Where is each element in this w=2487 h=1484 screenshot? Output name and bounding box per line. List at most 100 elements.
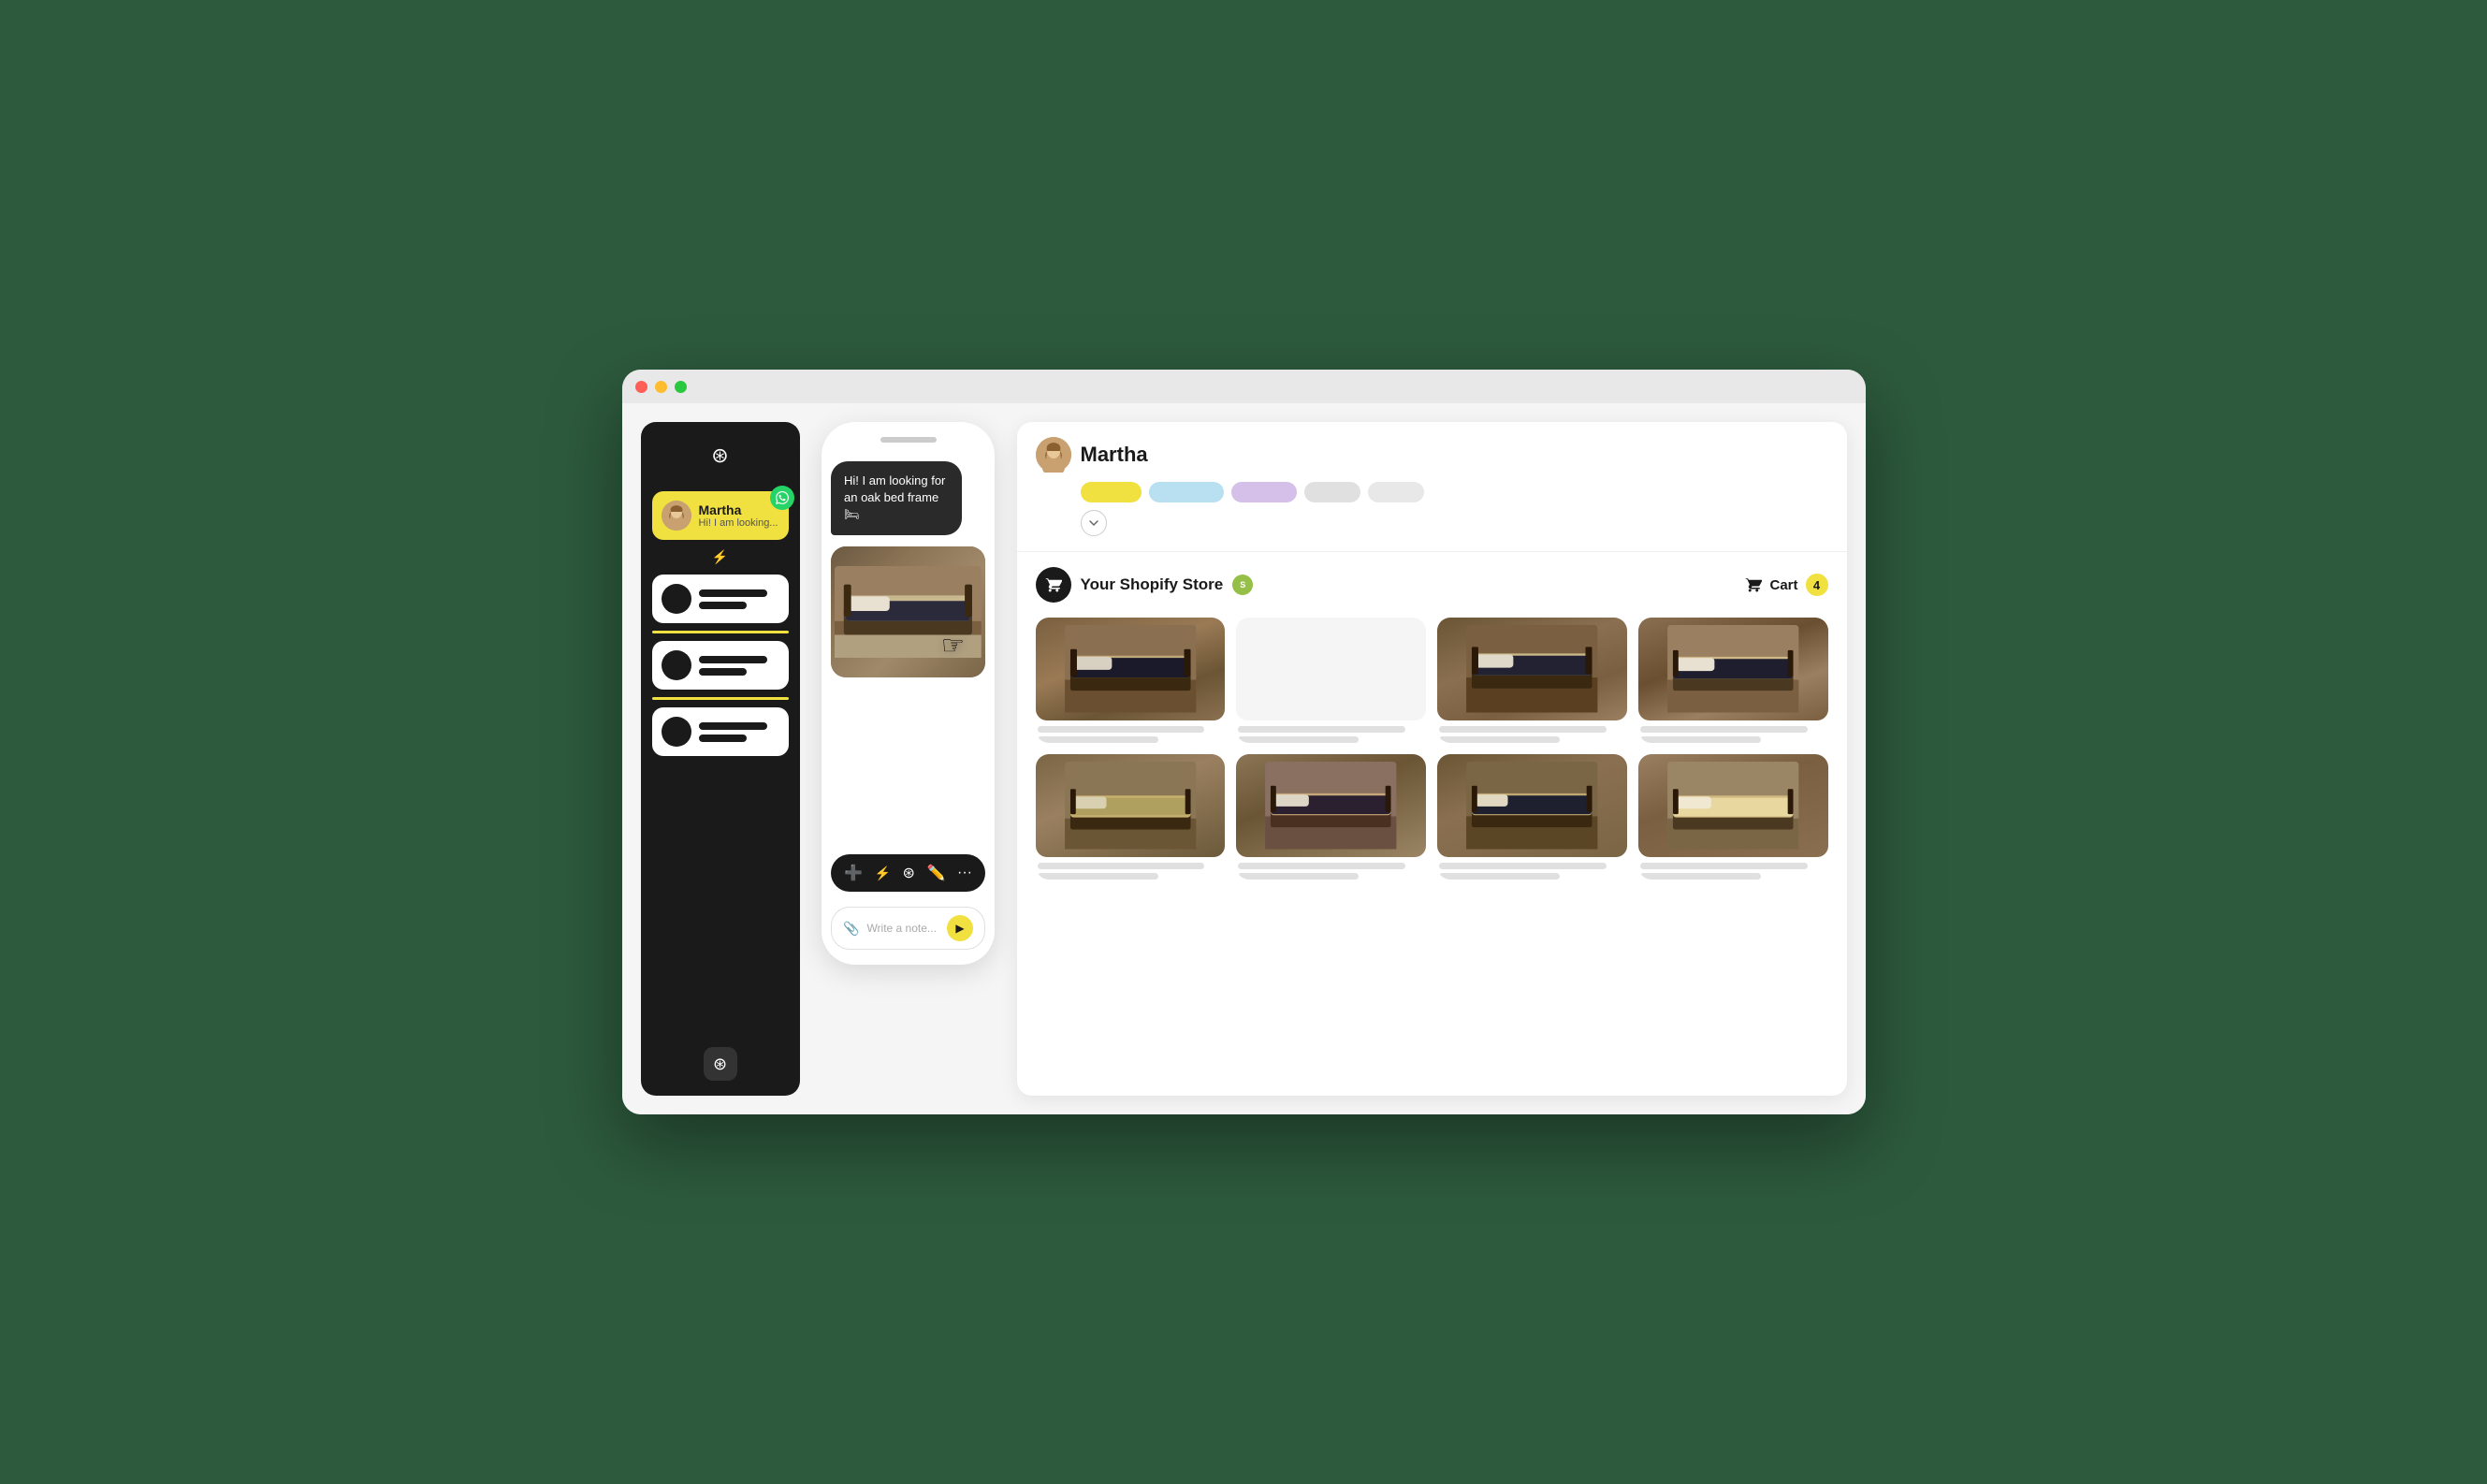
product-line-medium-6 xyxy=(1238,873,1359,880)
lightning-divider: ⚡ xyxy=(652,547,789,567)
cart-count: 4 xyxy=(1806,574,1828,596)
toolbar-fingerprint-icon[interactable]: ⊛ xyxy=(903,864,915,882)
sidebar: ⊛ xyxy=(641,422,800,1096)
product-text-6 xyxy=(1236,863,1426,880)
product-line-medium-7 xyxy=(1439,873,1560,880)
martha-preview: Hi! I am looking... xyxy=(699,517,779,529)
cart-icon xyxy=(1745,576,1762,593)
right-panel: Martha xyxy=(1017,422,1847,1096)
expand-button[interactable] xyxy=(1081,510,1107,536)
minimize-button[interactable] xyxy=(655,381,667,393)
chat-item-3[interactable] xyxy=(652,641,789,690)
product-image-5 xyxy=(1036,754,1226,857)
tag-purple[interactable] xyxy=(1231,482,1297,502)
avatar-placeholder-2 xyxy=(662,584,691,614)
message-text: Hi! I am looking for an oak bed frame 🛏 xyxy=(844,473,945,521)
toolbar-menu-icon[interactable]: ⚡ xyxy=(875,866,891,881)
product-line-wide-4 xyxy=(1640,726,1808,733)
product-text-5 xyxy=(1036,863,1226,880)
browser-window: ⊛ xyxy=(622,370,1866,1114)
product-line-medium-3 xyxy=(1439,736,1560,743)
chat-item-2[interactable] xyxy=(652,575,789,623)
product-text-1 xyxy=(1036,726,1226,743)
send-button[interactable]: ▶ xyxy=(947,915,973,941)
product-card-2[interactable] xyxy=(1236,618,1426,743)
message-bubble: Hi! I am looking for an oak bed frame 🛏 xyxy=(831,461,962,535)
maximize-button[interactable] xyxy=(675,381,687,393)
shopify-badge: S xyxy=(1232,575,1253,595)
product-text-3 xyxy=(1437,726,1627,743)
product-line-wide xyxy=(1038,726,1205,733)
shopify-store-icon xyxy=(1036,567,1071,603)
phone-notch xyxy=(880,437,937,443)
bed-image-5 xyxy=(1036,754,1226,857)
input-placeholder[interactable]: Write a note... xyxy=(866,922,939,935)
placeholder-line-short-3 xyxy=(699,735,748,742)
placeholder-lines-2 xyxy=(699,589,779,609)
tags-row xyxy=(1036,482,1828,510)
chat-list: Martha Hi! I am looking... ⚡ xyxy=(652,491,789,1038)
product-line-wide-2 xyxy=(1238,726,1405,733)
sidebar-logo: ⊛ xyxy=(702,437,739,474)
shopify-store-name: Your Shopify Store xyxy=(1081,575,1224,594)
product-line-wide-6 xyxy=(1238,863,1405,869)
browser-titlebar xyxy=(622,370,1866,403)
shopify-header: Your Shopify Store S Cart 4 xyxy=(1036,567,1828,603)
spacer xyxy=(831,689,985,843)
product-image-4 xyxy=(1638,618,1828,720)
toolbar-edit-icon[interactable]: ✏️ xyxy=(927,864,946,882)
product-line-medium-5 xyxy=(1038,873,1158,880)
avatar-placeholder-3 xyxy=(662,650,691,680)
product-card-1[interactable] xyxy=(1036,618,1226,743)
product-line-medium xyxy=(1038,736,1158,743)
placeholder-lines-4 xyxy=(699,722,779,742)
placeholder-line-long-2 xyxy=(699,656,767,663)
product-grid-row1 xyxy=(1036,618,1828,743)
product-card-5[interactable] xyxy=(1036,754,1226,880)
product-text-4 xyxy=(1638,726,1828,743)
placeholder-lines-3 xyxy=(699,656,779,676)
close-button[interactable] xyxy=(635,381,647,393)
product-card-8[interactable] xyxy=(1638,754,1828,880)
attachment-icon[interactable]: 📎 xyxy=(843,921,859,937)
bed-image-7 xyxy=(1437,754,1627,857)
yellow-divider-1 xyxy=(652,631,789,633)
shopify-section: Your Shopify Store S Cart 4 xyxy=(1017,552,1847,1096)
product-card-6[interactable] xyxy=(1236,754,1426,880)
bed-image-8 xyxy=(1638,754,1828,857)
chat-item-martha[interactable]: Martha Hi! I am looking... xyxy=(652,491,789,540)
placeholder-line-long-3 xyxy=(699,722,767,730)
cart-label: Cart xyxy=(1769,577,1797,593)
product-image-2 xyxy=(1236,618,1426,720)
phone-mockup: Hi! I am looking for an oak bed frame 🛏 xyxy=(822,422,995,965)
product-line-medium-8 xyxy=(1640,873,1761,880)
placeholder-line-short-2 xyxy=(699,668,748,676)
phone-container: Hi! I am looking for an oak bed frame 🛏 xyxy=(815,422,1002,965)
tag-gray[interactable] xyxy=(1304,482,1360,502)
chat-item-4[interactable] xyxy=(652,707,789,756)
whatsapp-badge xyxy=(770,486,794,510)
product-card-4[interactable] xyxy=(1638,618,1828,743)
tag-blue[interactable] xyxy=(1149,482,1224,502)
bed-image-6 xyxy=(1236,754,1426,857)
avatar-placeholder-4 xyxy=(662,717,691,747)
fingerprint-icon: ⊛ xyxy=(711,444,728,468)
product-image-8 xyxy=(1638,754,1828,857)
cart-section[interactable]: Cart 4 xyxy=(1745,574,1827,596)
tag-gray-sm[interactable] xyxy=(1368,482,1424,502)
bed-image-inner: ☞ xyxy=(831,546,985,677)
product-card-3[interactable] xyxy=(1437,618,1627,743)
product-line-wide-8 xyxy=(1640,863,1808,869)
product-line-wide-5 xyxy=(1038,863,1205,869)
toolbar-add-icon[interactable]: ➕ xyxy=(844,864,863,882)
toolbar-more-icon[interactable]: ··· xyxy=(957,865,972,881)
browser-content: ⊛ xyxy=(622,403,1866,1114)
product-card-7[interactable] xyxy=(1437,754,1627,880)
product-text-8 xyxy=(1638,863,1828,880)
product-line-medium-2 xyxy=(1238,736,1359,743)
contact-row: Martha xyxy=(1036,437,1828,473)
right-header: Martha xyxy=(1017,422,1847,552)
tag-yellow[interactable] xyxy=(1081,482,1142,502)
bed-image-card[interactable]: ☞ xyxy=(831,546,985,677)
martha-avatar-image xyxy=(662,501,691,531)
